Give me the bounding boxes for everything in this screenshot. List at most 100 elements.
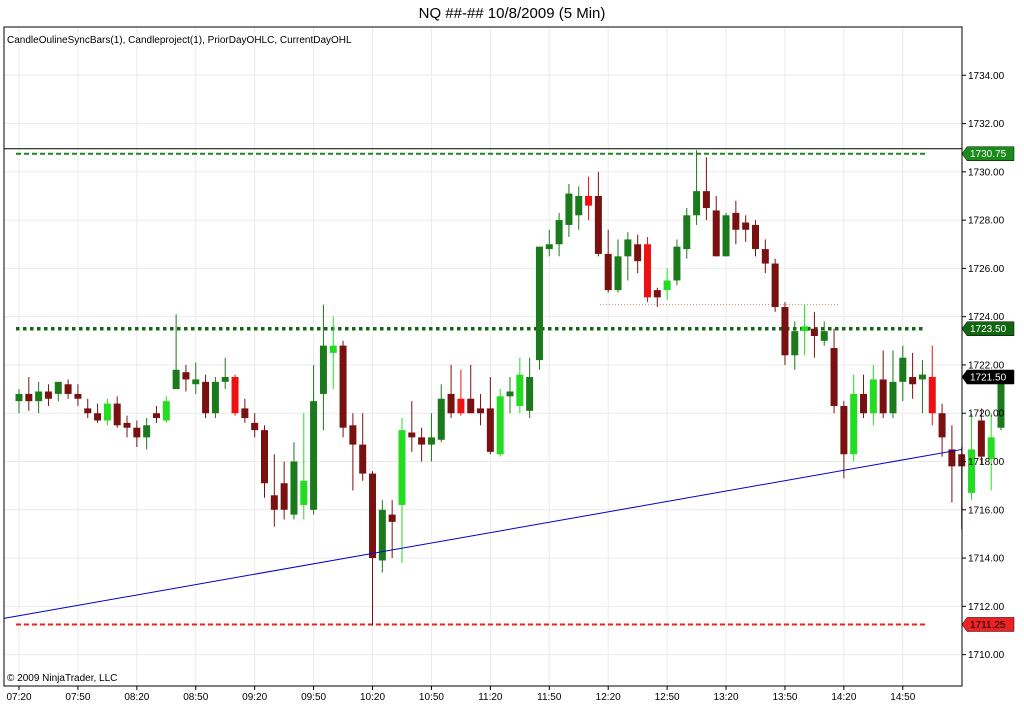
y-tick-label: 1734.00 xyxy=(968,71,1005,82)
candle-body xyxy=(25,393,33,402)
candle-body xyxy=(231,377,239,414)
candle-body xyxy=(702,191,710,209)
candle xyxy=(948,425,956,503)
candlestick-chart[interactable]: 1710.00 1712.00 1714.00 1716.00 1718.00 1720.… xyxy=(0,0,1024,728)
candle xyxy=(830,328,838,414)
candle xyxy=(594,171,602,257)
candle-body xyxy=(369,473,377,559)
candle-body xyxy=(496,396,504,455)
candle xyxy=(94,403,102,423)
candle xyxy=(791,321,799,370)
candle-body xyxy=(535,246,543,361)
x-tick-label: 09:50 xyxy=(301,692,326,703)
candle-body xyxy=(477,408,485,414)
candle-body xyxy=(437,398,445,440)
candle xyxy=(801,304,809,356)
candle xyxy=(526,357,534,419)
candle xyxy=(192,362,200,394)
candle-body xyxy=(211,381,219,414)
candle xyxy=(211,377,219,419)
candle xyxy=(545,229,553,257)
candle xyxy=(565,183,573,238)
candle xyxy=(261,425,268,498)
candle xyxy=(74,384,82,406)
x-tick-label: 12:20 xyxy=(596,692,621,703)
candle xyxy=(418,427,426,462)
candle xyxy=(732,200,740,245)
candle-body xyxy=(820,331,828,341)
x-tick-label: 08:20 xyxy=(124,692,149,703)
prior-low-tag: 1711.25 xyxy=(961,617,1015,632)
candle xyxy=(918,360,926,414)
candle xyxy=(310,364,318,515)
candle xyxy=(722,212,730,257)
candle xyxy=(820,321,828,346)
y-tick-label: 1716.00 xyxy=(968,505,1005,516)
candle-body xyxy=(938,413,946,438)
candle xyxy=(909,352,917,399)
candle xyxy=(241,398,249,423)
candle xyxy=(506,377,514,414)
candle xyxy=(202,374,210,419)
candle xyxy=(300,413,308,520)
candle-body xyxy=(310,401,318,510)
candle-body xyxy=(152,413,160,419)
candle-body xyxy=(968,449,976,493)
candle xyxy=(408,401,416,452)
candle xyxy=(162,396,170,423)
candle-body xyxy=(634,244,642,262)
candle-body xyxy=(830,348,838,406)
y-tick-label: 1720.00 xyxy=(968,409,1005,420)
candle-body xyxy=(202,381,210,414)
candle xyxy=(840,401,848,479)
candle-body xyxy=(909,377,917,385)
candle xyxy=(339,340,347,438)
candle xyxy=(742,215,750,242)
candle-body xyxy=(359,444,367,474)
candle xyxy=(369,471,377,626)
y-tick-label: 1712.00 xyxy=(968,602,1005,613)
candle xyxy=(25,377,33,411)
candle xyxy=(152,405,160,423)
candle-body xyxy=(781,307,789,356)
candle xyxy=(457,369,465,416)
candle xyxy=(231,374,239,416)
candle-body xyxy=(221,377,229,382)
y-tick-label: 1728.00 xyxy=(968,216,1005,227)
candle xyxy=(329,316,337,390)
candle-body xyxy=(840,405,848,455)
candle-body xyxy=(457,398,465,414)
candle-body xyxy=(143,425,151,438)
candle xyxy=(604,229,612,293)
candle-body xyxy=(427,437,435,445)
x-tick-label: 14:50 xyxy=(890,692,915,703)
candle xyxy=(810,311,818,358)
candle-body xyxy=(850,393,858,455)
y-tick-label: 1732.00 xyxy=(968,119,1005,130)
candle-body xyxy=(251,422,259,431)
candle xyxy=(84,398,92,419)
candle xyxy=(860,374,868,419)
candle xyxy=(477,393,485,426)
candle-body xyxy=(555,220,563,245)
candle-body xyxy=(280,483,288,510)
plot-frame xyxy=(3,26,963,687)
candle-body xyxy=(614,256,622,291)
candle-body xyxy=(329,345,337,353)
candle-body xyxy=(506,391,514,397)
candle-body xyxy=(673,246,681,281)
mid-level-tag: 1723.50 xyxy=(961,321,1015,336)
candle-body xyxy=(899,357,907,382)
candle xyxy=(143,418,151,450)
y-tick-label: 1718.00 xyxy=(968,457,1005,468)
candle xyxy=(535,246,543,370)
candle xyxy=(516,357,524,414)
candle xyxy=(781,302,789,365)
prior-high-tag: 1730.75 xyxy=(961,146,1015,161)
candle-body xyxy=(801,326,809,332)
y-tick-label: 1714.00 xyxy=(968,554,1005,565)
candle-body xyxy=(241,408,249,419)
candle xyxy=(693,150,701,225)
candle-body xyxy=(398,430,406,505)
candle xyxy=(437,384,445,443)
